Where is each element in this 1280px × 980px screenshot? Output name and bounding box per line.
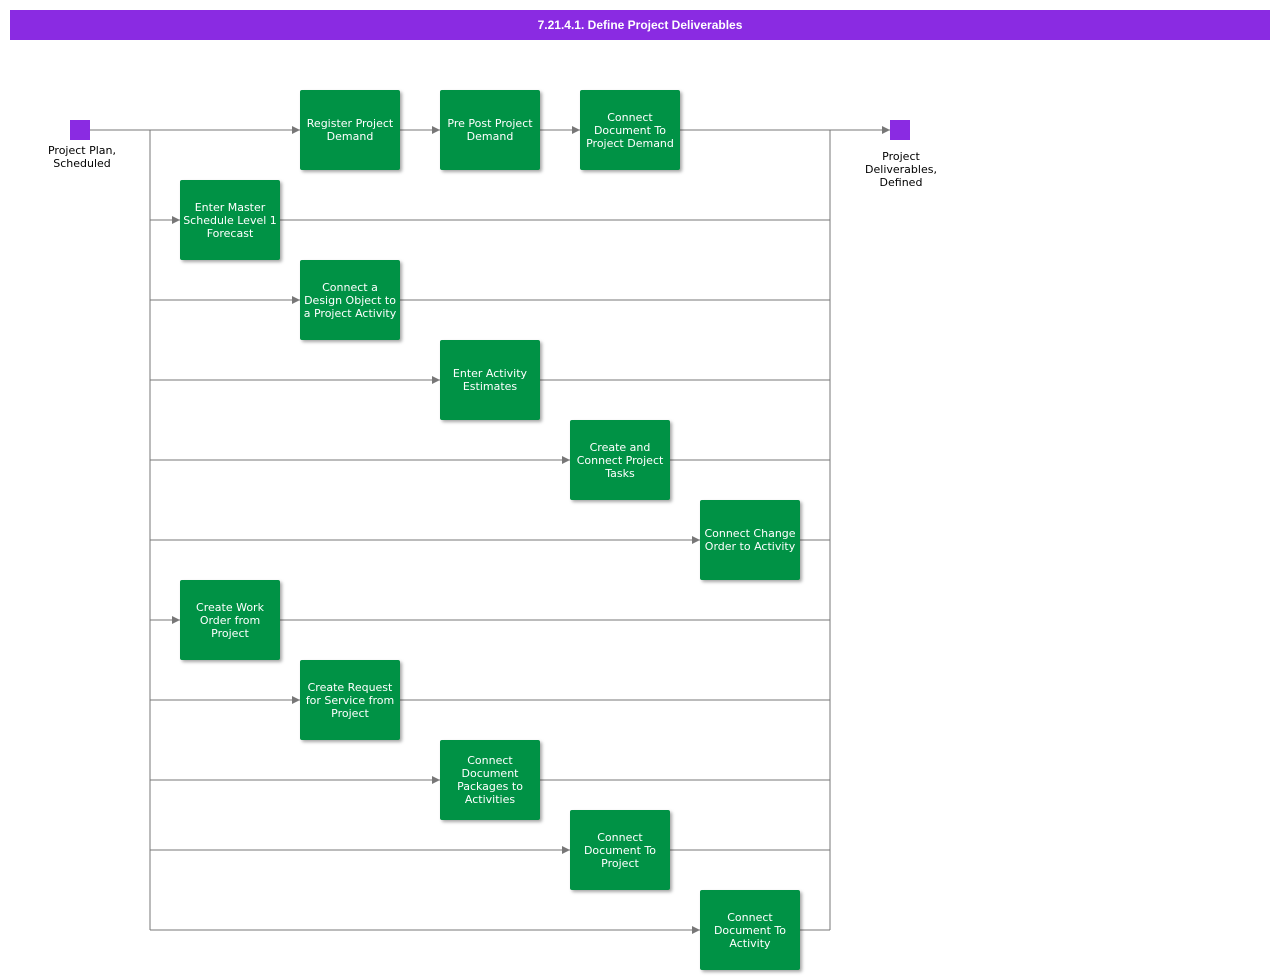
task-connect-document-packages[interactable]: Connect Document Packages to Activities [440,740,540,820]
end-event-label: Project Deliverables, Defined [865,150,937,189]
task-label: Connect Change Order to Activity [704,527,796,553]
task-create-connect-project-tasks[interactable]: Create and Connect Project Tasks [570,420,670,500]
task-label: Connect Document To Project [583,830,657,870]
task-label: Connect Document Packages to Activities [457,754,523,806]
task-label: Register Project Demand [306,117,394,143]
task-connect-design-object[interactable]: Connect a Design Object to a Project Act… [300,260,400,340]
task-enter-master-schedule-forecast[interactable]: Enter Master Schedule Level 1 Forecast [180,180,280,260]
task-create-work-order[interactable]: Create Work Order from Project [180,580,280,660]
task-label: Create Request for Service from Project [305,680,395,720]
task-create-request-for-service[interactable]: Create Request for Service from Project [300,660,400,740]
task-connect-document-to-project[interactable]: Connect Document To Project [570,810,670,890]
task-label: Create and Connect Project Tasks [576,440,664,480]
task-label: Connect Document To Project Demand [586,110,674,150]
task-connect-document-to-activity[interactable]: Connect Document To Activity [700,890,800,970]
task-register-project-demand[interactable]: Register Project Demand [300,90,400,170]
start-event[interactable] [70,120,90,140]
task-label: Connect Document To Activity [713,910,787,950]
task-connect-change-order[interactable]: Connect Change Order to Activity [700,500,800,580]
task-label: Enter Activity Estimates [452,367,528,393]
task-label: Create Work Order from Project [196,600,264,640]
task-enter-activity-estimates[interactable]: Enter Activity Estimates [440,340,540,420]
end-event[interactable] [890,120,910,140]
task-pre-post-project-demand[interactable]: Pre Post Project Demand [440,90,540,170]
start-event-label: Project Plan, Scheduled [47,144,117,170]
task-label: Pre Post Project Demand [447,117,533,143]
task-label: Connect a Design Object to a Project Act… [303,280,397,320]
task-label: Enter Master Schedule Level 1 Forecast [183,200,277,240]
task-connect-document-to-project-demand[interactable]: Connect Document To Project Demand [580,90,680,170]
